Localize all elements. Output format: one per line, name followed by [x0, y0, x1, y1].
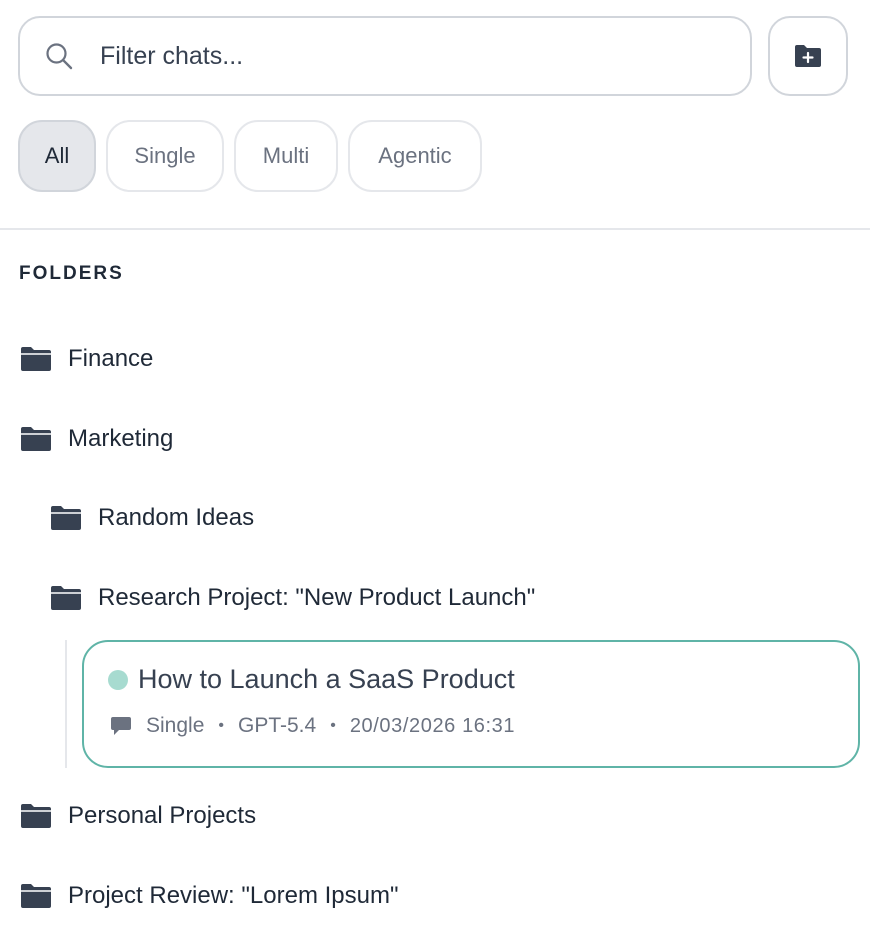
folder-item-project-review[interactable]: Project Review: "Lorem Ipsum" — [20, 882, 398, 910]
folder-label: Marketing — [68, 425, 174, 452]
chat-title-row: How to Launch a SaaS Product — [108, 664, 515, 695]
folder-item-research-project[interactable]: Research Project: "New Product Launch" — [50, 584, 535, 612]
folder-label: Project Review: "Lorem Ipsum" — [68, 882, 399, 909]
filter-chip-single[interactable]: Single — [106, 120, 224, 192]
folder-icon — [20, 426, 52, 452]
folder-item-random-ideas[interactable]: Random Ideas — [50, 504, 254, 532]
search-input[interactable] — [100, 41, 700, 71]
folder-label: Random Ideas — [98, 504, 255, 531]
folder-label: Finance — [68, 345, 154, 372]
filter-chip-all[interactable]: All — [18, 120, 96, 192]
chat-mode: Single — [146, 714, 205, 737]
status-dot — [108, 669, 128, 690]
tree-guide-line — [65, 640, 67, 768]
filter-chip-agentic[interactable]: Agentic — [348, 120, 482, 192]
folders-section-title: FOLDERS — [19, 263, 124, 284]
folder-item-marketing[interactable]: Marketing — [20, 425, 173, 453]
folder-icon — [20, 883, 52, 909]
chat-bubble-icon — [110, 716, 132, 736]
folder-item-personal-projects[interactable]: Personal Projects — [20, 802, 256, 830]
meta-separator: • — [218, 717, 224, 734]
folder-icon — [20, 346, 52, 372]
folder-item-finance[interactable]: Finance — [20, 345, 153, 373]
chat-item-selected[interactable]: How to Launch a SaaS Product Single • GP… — [82, 640, 860, 768]
search-icon — [44, 41, 74, 71]
folder-icon — [50, 505, 82, 531]
section-divider — [0, 228, 870, 230]
folder-plus-icon — [793, 44, 823, 68]
filter-chip-multi[interactable]: Multi — [234, 120, 338, 192]
folder-icon — [50, 585, 82, 611]
chat-datetime: 20/03/2026 16:31 — [349, 714, 516, 737]
chat-meta: Single • GPT-5.4 • 20/03/2026 16:31 — [110, 714, 515, 738]
chat-model: GPT-5.4 — [238, 714, 317, 737]
chat-title: How to Launch a SaaS Product — [138, 664, 515, 694]
new-folder-button[interactable] — [768, 16, 848, 96]
meta-separator: • — [330, 717, 336, 734]
folder-label: Research Project: "New Product Launch" — [98, 584, 536, 611]
search-bar[interactable] — [18, 16, 752, 96]
folder-icon — [20, 803, 52, 829]
folder-label: Personal Projects — [68, 802, 257, 829]
filter-chips: All Single Multi Agentic — [18, 120, 482, 192]
